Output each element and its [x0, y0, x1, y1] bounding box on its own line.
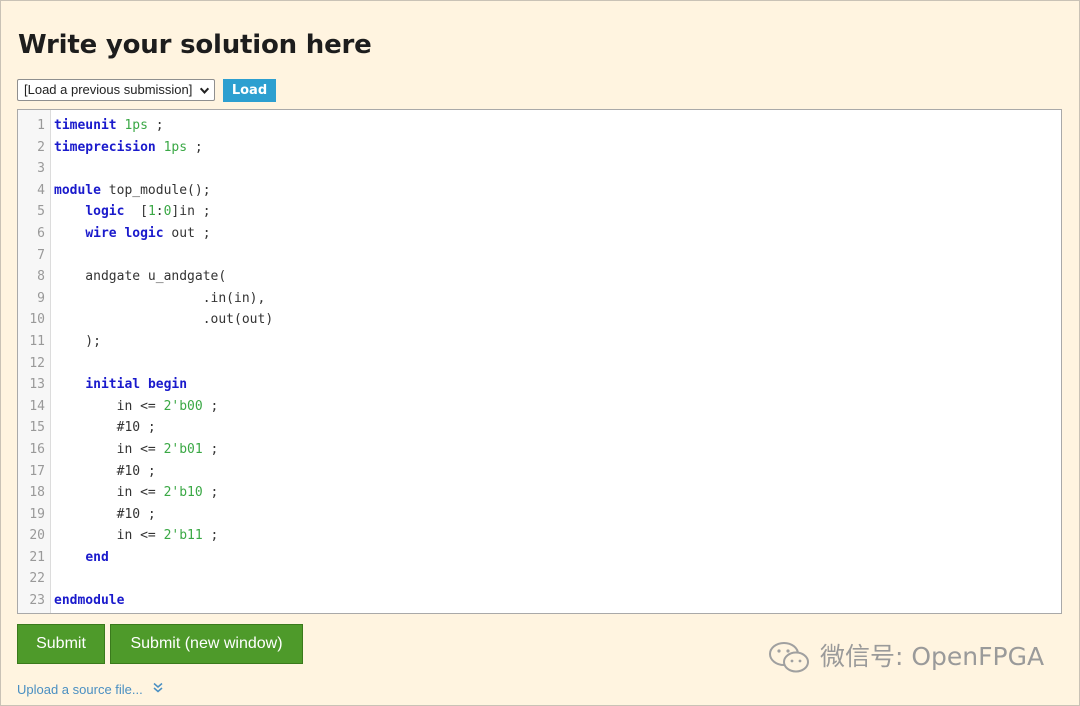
code-line[interactable]: 8 andgate u_andgate( [18, 266, 1061, 288]
code-text: end [85, 549, 109, 565]
code-text: wire logic out ; [85, 225, 211, 241]
double-chevron-down-icon[interactable] [152, 682, 164, 694]
line-number: 19 [29, 506, 45, 522]
line-number: 1 [37, 118, 45, 133]
line-number: 4 [37, 182, 45, 198]
code-text: timeunit 1ps ; [54, 118, 164, 133]
line-number: 3 [37, 161, 45, 177]
line-number: 16 [29, 441, 45, 457]
code-line[interactable]: 11 ); [18, 331, 1061, 353]
code-text: #10 ; [54, 463, 156, 479]
line-number: 12 [29, 355, 45, 371]
code-text: timeprecision 1ps ; [54, 139, 203, 155]
code-line[interactable]: 14 in <= 2'b00 ; [18, 396, 1061, 418]
code-text: #10 ; [54, 420, 156, 436]
code-line[interactable]: 6 wire logic out ; [18, 223, 1061, 245]
code-lines: 1 timeunit 1ps ; 2 timeprecision 1ps ; 3 4 mod… [18, 115, 1061, 612]
code-line[interactable]: 1 timeunit 1ps ; [18, 115, 1061, 137]
watermark-text: 微信号: OpenFPGA [820, 642, 1045, 671]
code-line[interactable]: 18 in <= 2'b10 ; [18, 482, 1061, 504]
code-text: ); [54, 333, 101, 349]
submit-new-window-button[interactable]: Submit (new window) [110, 624, 303, 664]
code-line[interactable]: 21 end [18, 547, 1061, 569]
code-text: .out(out) [54, 312, 274, 328]
line-number: 8 [37, 269, 45, 285]
line-number: 22 [29, 571, 45, 587]
line-number: 9 [37, 290, 45, 306]
code-line[interactable]: 12 [18, 353, 1061, 375]
code-line[interactable]: 16 in <= 2'b01 ; [18, 439, 1061, 461]
code-text: endmodule [54, 593, 125, 609]
code-text: initial begin [85, 377, 188, 393]
line-number: 7 [37, 247, 45, 263]
code-text: in <= 2'b00 ; [54, 398, 219, 414]
line-number: 17 [29, 463, 45, 479]
code-text: in <= 2'b11 ; [54, 528, 219, 544]
code-line[interactable]: 15 #10 ; [18, 417, 1061, 439]
code-line[interactable]: 13 initial begin [18, 374, 1061, 396]
code-text: .in(in), [54, 290, 266, 306]
code-line[interactable]: 20 in <= 2'b11 ; [18, 525, 1061, 547]
line-number: 15 [29, 420, 45, 436]
submit-button[interactable]: Submit [17, 624, 105, 664]
line-number: 10 [29, 312, 45, 328]
chevron-down-icon [199, 87, 210, 94]
line-number: 5 [37, 204, 45, 220]
code-line[interactable]: 4 module top_module(); [18, 180, 1061, 202]
select-value: [Load a previous submission] [24, 82, 193, 97]
code-line[interactable]: 23 endmodule [18, 590, 1061, 612]
line-number: 11 [29, 333, 45, 349]
code-line[interactable]: 19 #10 ; [18, 504, 1061, 526]
code-text: #10 ; [54, 506, 156, 522]
code-line[interactable]: 7 [18, 245, 1061, 267]
code-text: in <= 2'b10 ; [54, 485, 219, 501]
line-number: 18 [29, 485, 45, 501]
load-button[interactable]: Load [223, 79, 276, 102]
line-number: 13 [29, 377, 45, 393]
code-line[interactable]: 10 .out(out) [18, 309, 1061, 331]
upload-source-file-link[interactable]: Upload a source file... [17, 682, 143, 697]
code-line[interactable]: 3 [18, 158, 1061, 180]
code-text: andgate u_andgate( [54, 269, 227, 285]
code-line[interactable]: 17 #10 ; [18, 461, 1061, 483]
previous-submission-select[interactable]: [Load a previous submission] [17, 79, 215, 101]
line-number: 2 [37, 139, 45, 155]
page-title: Write your solution here [18, 30, 372, 60]
code-text: in <= 2'b01 ; [54, 441, 219, 457]
code-line[interactable]: 22 [18, 568, 1061, 590]
line-number: 6 [37, 225, 45, 241]
code-editor[interactable]: 1 timeunit 1ps ; 2 timeprecision 1ps ; 3 4 mod… [17, 109, 1062, 614]
line-number: 21 [29, 549, 45, 565]
code-line[interactable]: 2 timeprecision 1ps ; [18, 137, 1061, 159]
code-line[interactable]: 9 .in(in), [18, 288, 1061, 310]
line-number: 20 [29, 528, 45, 544]
line-number: 14 [29, 398, 45, 414]
code-text: logic [1:0]in ; [85, 204, 211, 220]
wechat-icon [769, 642, 809, 673]
code-text: module top_module(); [54, 182, 211, 198]
line-number: 23 [29, 593, 45, 609]
code-line[interactable]: 5 logic [1:0]in ; [18, 201, 1061, 223]
